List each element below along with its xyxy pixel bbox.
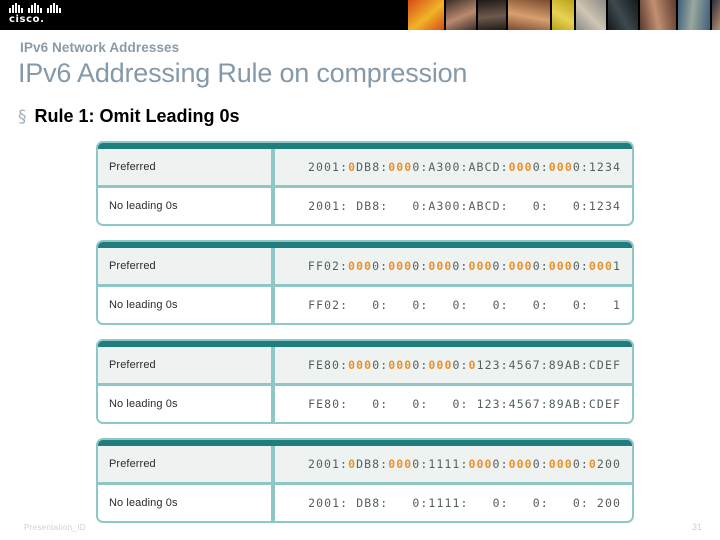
- address-segment: FE80:: [307, 358, 349, 372]
- address-segment: 0:: [372, 259, 389, 273]
- address-segment: 0:: [492, 457, 509, 471]
- table-row: No leading 0s FE80: 0: 0: 0: 123:4567:89A…: [98, 386, 632, 422]
- row-label-no-leading-zeros: No leading 0s: [98, 386, 271, 422]
- table-row: No leading 0s FF02: 0: 0: 0: 0: 0: 0: 1: [98, 287, 632, 323]
- table-row: Preferred 2001: 0 DB8: 000 0:A300:ABCD: 000 0: 0…: [98, 149, 632, 185]
- photo-man-cap: [712, 0, 720, 30]
- leading-zero-highlight: 000: [428, 259, 453, 273]
- address-segment: 200: [596, 457, 621, 471]
- address-segment: 0:: [452, 259, 469, 273]
- address-segment: 2001:: [307, 457, 349, 471]
- cisco-wordmark: cisco.: [9, 14, 45, 25]
- address-segment: DB8:: [356, 160, 389, 174]
- photo-woman-closeup: [508, 0, 550, 30]
- leading-zero-highlight: 000: [388, 259, 413, 273]
- compressed-address-value: FE80: 0: 0: 0: 123:4567:89AB:CDEF: [275, 386, 632, 422]
- address-segment: 0:1234: [572, 160, 621, 174]
- address-table: Preferred FF02: 000 0: 000 0: 000 0: 000 0: 000 0: 0…: [96, 240, 634, 325]
- compressed-address-value: FF02: 0: 0: 0: 0: 0: 0: 1: [275, 287, 632, 323]
- address-table: Preferred FE80: 000 0: 000 0: 000 0: 0 123:4567:8…: [96, 339, 634, 424]
- address-segment: 0:: [532, 259, 549, 273]
- address-segment: 123:4567:89AB:CDEF: [476, 358, 621, 372]
- address-segment: 0:: [372, 358, 389, 372]
- leading-zero-highlight: 0: [348, 457, 357, 471]
- top-bar: cisco.: [0, 0, 720, 30]
- row-label-no-leading-zeros: No leading 0s: [98, 287, 271, 323]
- slide-eyebrow: IPv6 Network Addresses: [20, 40, 180, 55]
- table-row: No leading 0s 2001: DB8: 0:1111: 0: 0: 0:…: [98, 485, 632, 521]
- leading-zero-highlight: 0: [348, 160, 357, 174]
- footer-presentation-id: Presentation_ID: [24, 523, 86, 532]
- table-row: No leading 0s 2001: DB8: 0:A300:ABCD: 0: …: [98, 188, 632, 224]
- address-segment: 2001:: [307, 160, 349, 174]
- address-table: Preferred 2001: 0 DB8: 000 0:1111: 000 0: 000 0: 0…: [96, 438, 634, 523]
- address-segment: FF02:: [307, 259, 349, 273]
- address-segment: 0:: [532, 457, 549, 471]
- address-segment: 0:: [572, 457, 589, 471]
- slide-title: IPv6 Addressing Rule on compression: [18, 58, 468, 88]
- address-tables: Preferred 2001: 0 DB8: 000 0:A300:ABCD: 000 0: 0…: [96, 141, 634, 537]
- preferred-address-value: FE80: 000 0: 000 0: 000 0: 0 123:4567:89AB:CDEF: [275, 347, 632, 383]
- address-segment: 1: [612, 259, 621, 273]
- leading-zero-highlight: 000: [348, 259, 373, 273]
- footer-page-number: 31: [691, 522, 702, 532]
- address-segment: 0:: [412, 259, 429, 273]
- preferred-address-value: 2001: 0 DB8: 000 0:1111: 000 0: 000 0: 000 0: 0 200: [275, 446, 632, 482]
- address-table: Preferred 2001: 0 DB8: 000 0:A300:ABCD: 000 0: 0…: [96, 141, 634, 226]
- leading-zero-highlight: 000: [468, 457, 493, 471]
- leading-zero-highlight: 000: [388, 358, 413, 372]
- photo-man-thinking: [478, 0, 506, 30]
- leading-zero-highlight: 000: [468, 259, 493, 273]
- row-label-preferred: Preferred: [98, 347, 271, 383]
- compressed-address-value: 2001: DB8: 0:A300:ABCD: 0: 0:1234: [275, 188, 632, 224]
- leading-zero-highlight: 000: [588, 259, 613, 273]
- header-photo-strip: [408, 0, 720, 30]
- photo-abstract-orange: [408, 0, 444, 30]
- photo-woman-dark-hair: [446, 0, 476, 30]
- preferred-address-value: FF02: 000 0: 000 0: 000 0: 000 0: 000 0: 000 0: 000 1: [275, 248, 632, 284]
- leading-zero-highlight: 000: [548, 457, 573, 471]
- photo-woman-headscarf: [576, 0, 606, 30]
- cisco-bridge-icon: [9, 3, 67, 13]
- leading-zero-highlight: 000: [548, 259, 573, 273]
- table-row: Preferred FE80: 000 0: 000 0: 000 0: 0 123:4567:8…: [98, 347, 632, 383]
- address-segment: 0:: [452, 358, 469, 372]
- address-segment: DB8:: [356, 457, 389, 471]
- leading-zero-highlight: 000: [508, 160, 533, 174]
- preferred-address-value: 2001: 0 DB8: 000 0:A300:ABCD: 000 0: 000 0:1234: [275, 149, 632, 185]
- leading-zero-highlight: 0: [588, 457, 597, 471]
- bullet-marker-icon: §: [18, 107, 27, 127]
- leading-zero-highlight: 000: [428, 358, 453, 372]
- photo-yellow-fabric: [552, 0, 574, 30]
- row-label-preferred: Preferred: [98, 446, 271, 482]
- leading-zero-highlight: 000: [388, 457, 413, 471]
- row-label-preferred: Preferred: [98, 248, 271, 284]
- address-segment: 0:: [412, 358, 429, 372]
- photo-dark-scene: [608, 0, 638, 30]
- leading-zero-highlight: 000: [548, 160, 573, 174]
- address-segment: 0:1111:: [412, 457, 469, 471]
- cisco-logo: cisco.: [9, 3, 67, 27]
- address-segment: 0:: [572, 259, 589, 273]
- address-segment: 0:: [492, 259, 509, 273]
- leading-zero-highlight: 000: [508, 259, 533, 273]
- row-label-no-leading-zeros: No leading 0s: [98, 485, 271, 521]
- leading-zero-highlight: 000: [508, 457, 533, 471]
- leading-zero-highlight: 000: [388, 160, 413, 174]
- compressed-address-value: 2001: DB8: 0:1111: 0: 0: 0: 200: [275, 485, 632, 521]
- leading-zero-highlight: 000: [348, 358, 373, 372]
- row-label-preferred: Preferred: [98, 149, 271, 185]
- table-row: Preferred FF02: 000 0: 000 0: 000 0: 000 0: 000 0: 0…: [98, 248, 632, 284]
- address-segment: 0:A300:ABCD:: [412, 160, 509, 174]
- address-segment: 0:: [532, 160, 549, 174]
- leading-zero-highlight: 0: [468, 358, 477, 372]
- bullet-text: Rule 1: Omit Leading 0s: [34, 106, 240, 126]
- table-row: Preferred 2001: 0 DB8: 000 0:1111: 000 0: 000 0: 0…: [98, 446, 632, 482]
- photo-man-blue-bg: [678, 0, 710, 30]
- photo-woman-profile: [640, 0, 676, 30]
- bullet-line: § Rule 1: Omit Leading 0s: [18, 106, 240, 127]
- row-label-no-leading-zeros: No leading 0s: [98, 188, 271, 224]
